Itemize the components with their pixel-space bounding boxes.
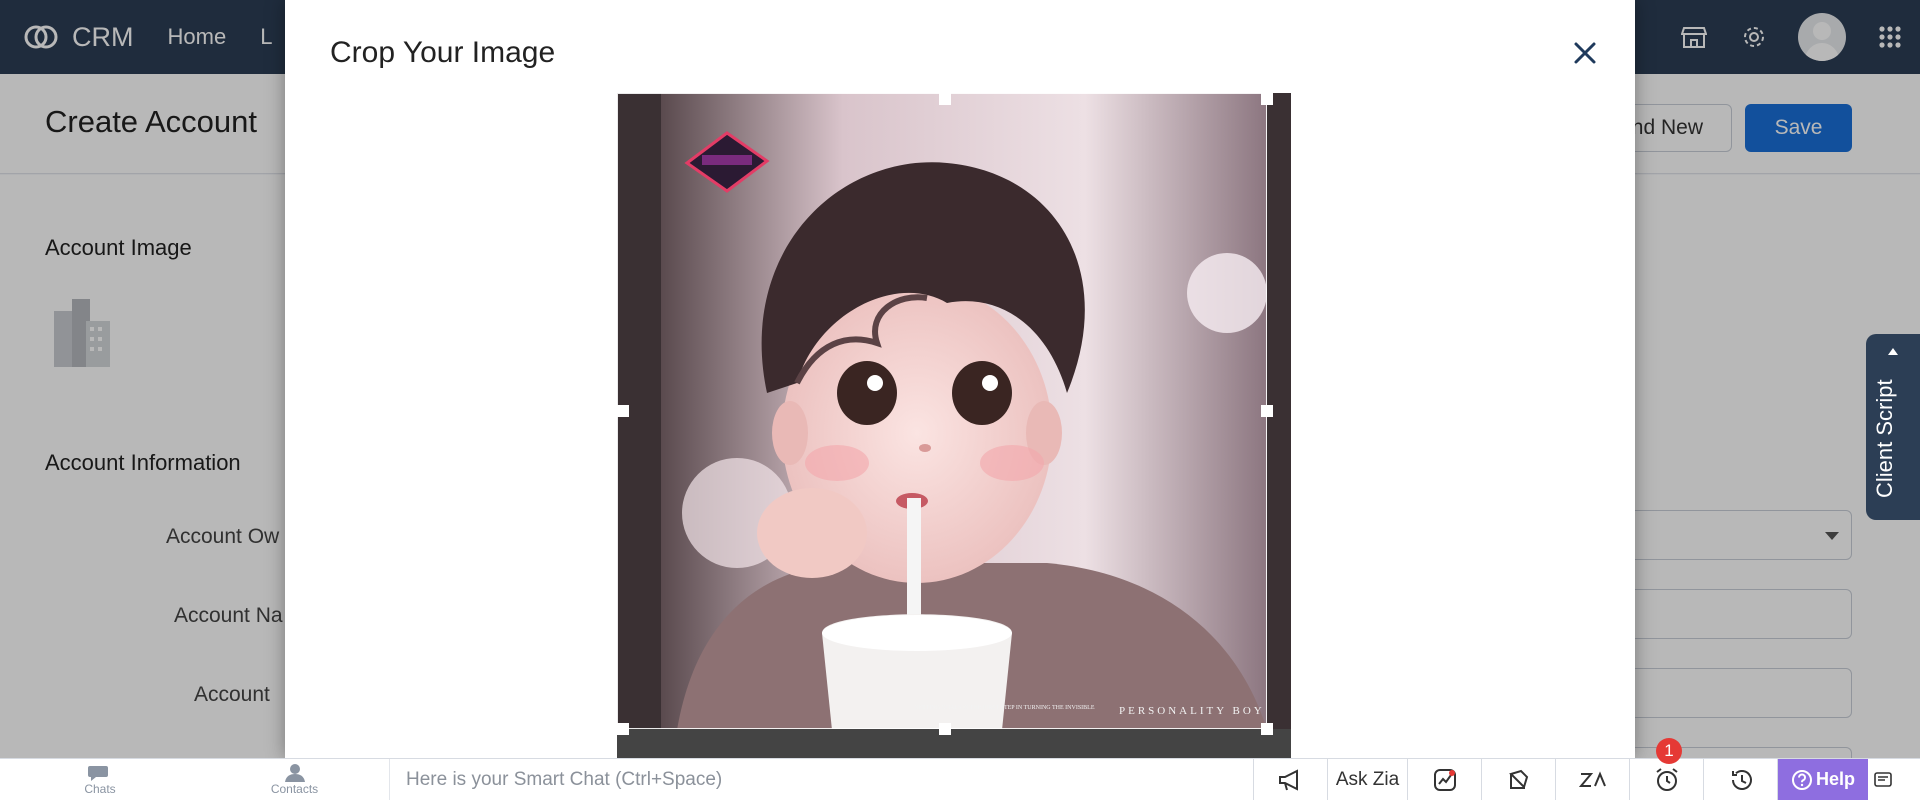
crop-shade: [617, 729, 1291, 758]
chat-bubble-icon: [88, 765, 108, 781]
crop-image-dialog: Crop Your Image PERSONALITY BOY SETTING …: [285, 0, 1635, 758]
reminder-count-badge: 1: [1656, 738, 1682, 764]
crop-handle-bottom[interactable]: [939, 723, 951, 735]
crop-handle-top-right[interactable]: [1261, 93, 1273, 105]
crop-handle-top[interactable]: [939, 93, 951, 105]
crop-handle-right[interactable]: [1261, 405, 1273, 417]
dialog-title: Crop Your Image: [330, 36, 556, 69]
bottom-bar: Chats Contacts Here is your Smart Chat (…: [0, 738, 1920, 800]
client-script-label: Client Script: [1872, 379, 1897, 498]
crop-handle-left[interactable]: [617, 405, 629, 417]
help-button[interactable]: Help: [1778, 759, 1868, 800]
crop-handle-bottom-right[interactable]: [1261, 723, 1273, 735]
ask-zia-label: Ask Zia: [1335, 768, 1400, 790]
pin-icon[interactable]: [1482, 759, 1556, 800]
chats-label: Chats: [84, 781, 116, 796]
help-label: Help: [1815, 769, 1855, 789]
contact-person-icon: [284, 763, 305, 782]
zia-icon[interactable]: [1556, 759, 1630, 800]
alarm-icon[interactable]: 1: [1630, 738, 1704, 800]
megaphone-icon[interactable]: [1254, 759, 1328, 800]
history-icon[interactable]: [1704, 759, 1778, 800]
smart-chat-input[interactable]: Here is your Smart Chat (Ctrl+Space): [390, 759, 1254, 800]
close-icon[interactable]: [1572, 40, 1598, 66]
signals-icon[interactable]: [1408, 759, 1482, 800]
crop-handle-bottom-left[interactable]: [617, 723, 629, 735]
contacts-label: Contacts: [270, 781, 319, 796]
expand-arrow-icon: [1888, 348, 1898, 355]
question-icon: [1791, 769, 1812, 790]
feedback-icon[interactable]: [1868, 759, 1898, 800]
ask-zia-button[interactable]: Ask Zia: [1328, 759, 1408, 800]
crop-frame[interactable]: [617, 93, 1267, 729]
chats-tab[interactable]: Chats: [0, 759, 200, 800]
client-script-tab[interactable]: Client Script: [1866, 334, 1920, 520]
contacts-tab[interactable]: Contacts: [200, 759, 390, 800]
crop-area[interactable]: PERSONALITY BOY SETTING GOALS IS THE FIR…: [617, 93, 1291, 758]
